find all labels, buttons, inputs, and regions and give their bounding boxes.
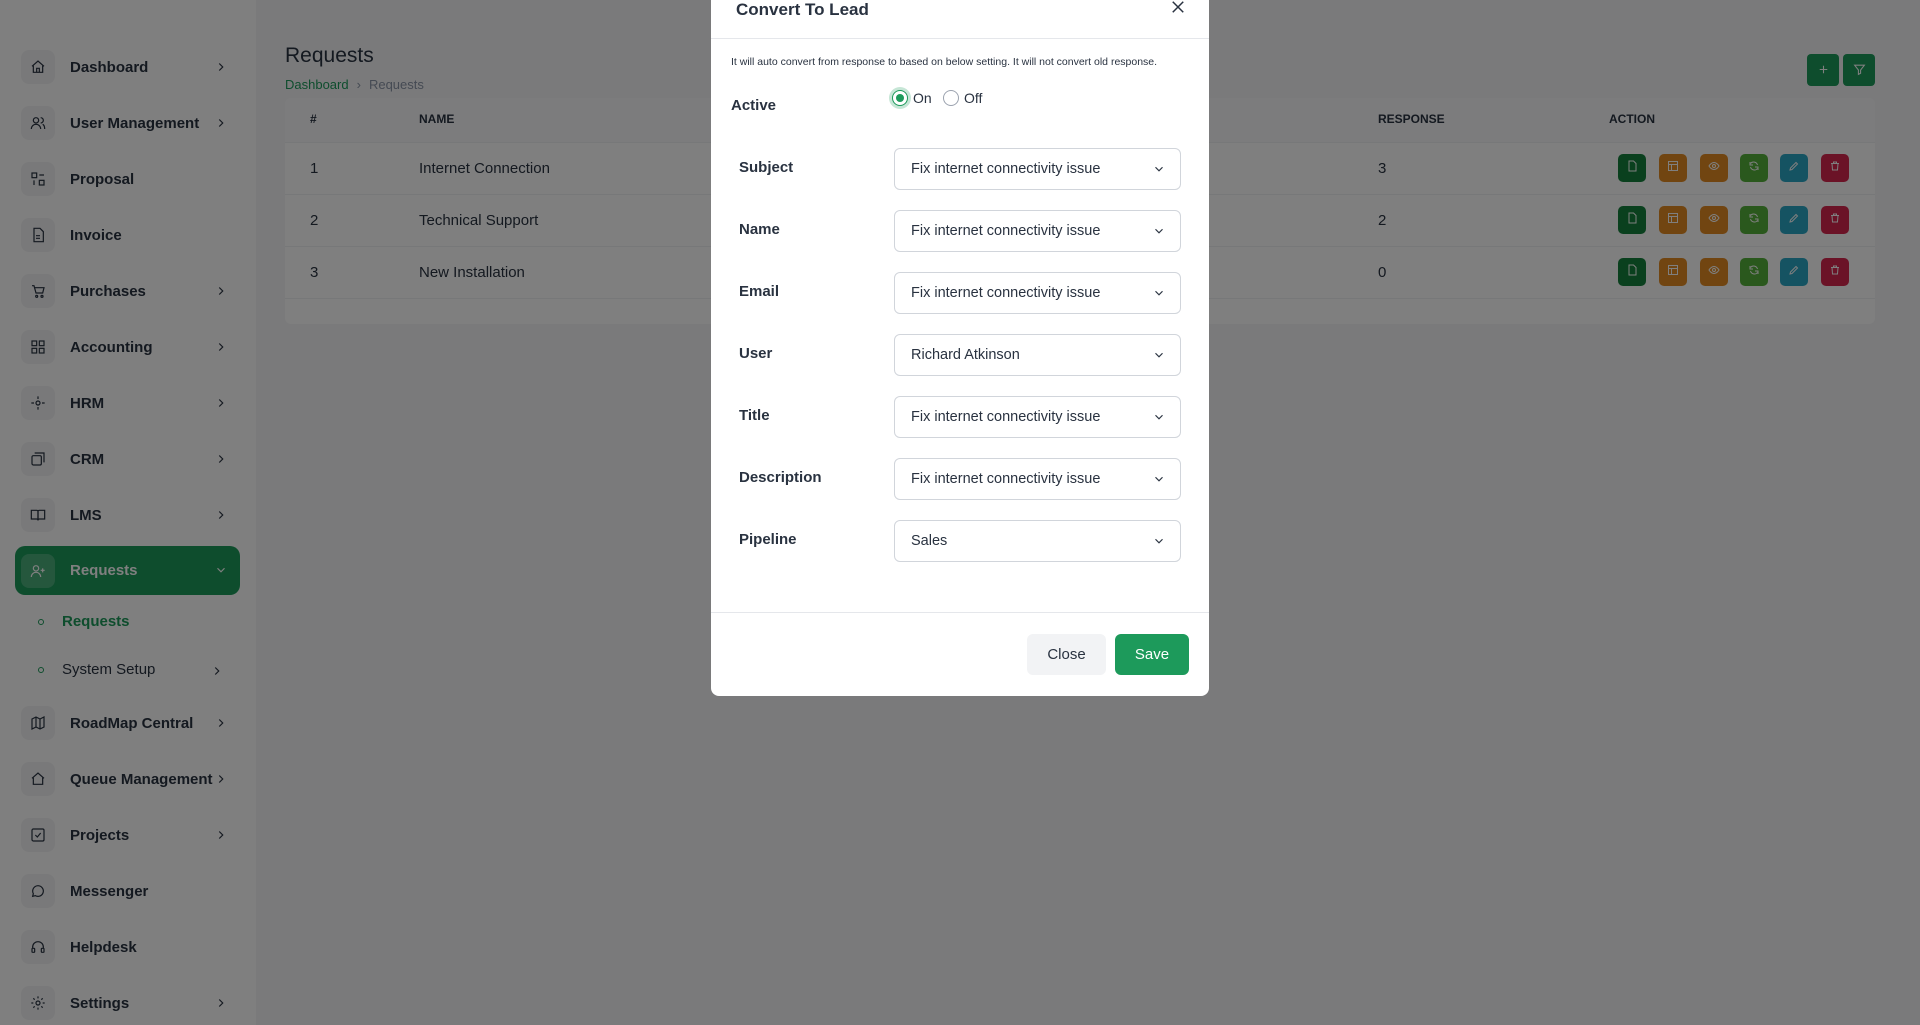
pipeline-label: Pipeline	[739, 531, 797, 548]
chevron-down-icon	[1152, 224, 1166, 238]
modal-description: It will auto convert from response to ba…	[731, 56, 1158, 68]
save-button[interactable]: Save	[1115, 634, 1189, 675]
chevron-down-icon	[1152, 410, 1166, 424]
subject-select[interactable]: Fix internet connectivity issue	[894, 148, 1181, 190]
radio-checked-icon	[892, 90, 908, 106]
select-value: Fix internet connectivity issue	[911, 223, 1101, 239]
modal-title: Convert To Lead	[736, 0, 869, 19]
convert-to-lead-modal: Convert To Lead It will auto convert fro…	[711, 0, 1209, 696]
active-on-radio[interactable]: On	[892, 90, 932, 106]
chevron-down-icon	[1152, 162, 1166, 176]
pipeline-select[interactable]: Sales	[894, 520, 1181, 562]
modal-header: Convert To Lead	[711, 0, 1209, 39]
description-label: Description	[739, 469, 822, 486]
title-label: Title	[739, 407, 770, 424]
chevron-down-icon	[1152, 472, 1166, 486]
email-label: Email	[739, 283, 780, 300]
description-select[interactable]: Fix internet connectivity issue	[894, 458, 1181, 500]
user-label: User	[739, 345, 773, 362]
select-value: Sales	[911, 533, 948, 549]
select-value: Fix internet connectivity issue	[911, 409, 1101, 425]
user-select[interactable]: Richard Atkinson	[894, 334, 1181, 376]
subject-label: Subject	[739, 159, 794, 176]
select-value: Fix internet connectivity issue	[911, 285, 1101, 301]
chevron-down-icon	[1152, 348, 1166, 362]
select-value: Fix internet connectivity issue	[911, 471, 1101, 487]
radio-unchecked-icon	[943, 90, 959, 106]
name-select[interactable]: Fix internet connectivity issue	[894, 210, 1181, 252]
email-select[interactable]: Fix internet connectivity issue	[894, 272, 1181, 314]
modal-footer-divider	[711, 612, 1209, 613]
chevron-down-icon	[1152, 286, 1166, 300]
radio-label: Off	[964, 90, 983, 106]
close-icon[interactable]	[1169, 0, 1187, 16]
name-label: Name	[739, 221, 780, 238]
active-off-radio[interactable]: Off	[943, 90, 982, 106]
chevron-down-icon	[1152, 534, 1166, 548]
select-value: Richard Atkinson	[911, 347, 1020, 363]
select-value: Fix internet connectivity issue	[911, 161, 1101, 177]
close-button[interactable]: Close	[1027, 634, 1106, 675]
active-label: Active	[731, 97, 777, 114]
title-select[interactable]: Fix internet connectivity issue	[894, 396, 1181, 438]
radio-label: On	[913, 90, 932, 106]
